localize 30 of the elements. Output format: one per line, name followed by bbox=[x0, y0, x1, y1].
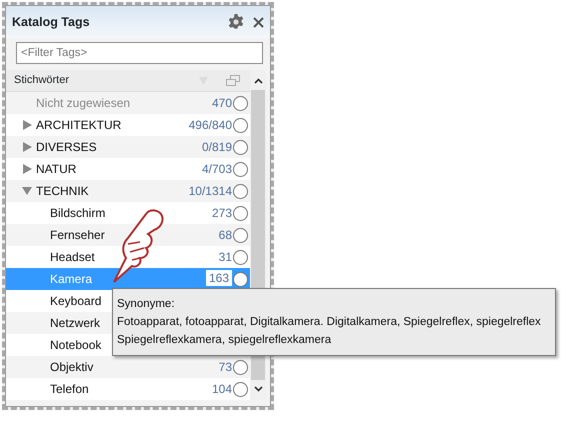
tag-label: Netzwerk bbox=[50, 315, 100, 332]
tag-count: 0/819 bbox=[200, 139, 232, 156]
tag-label: Keyboard bbox=[50, 293, 102, 310]
tag-count: 273 bbox=[210, 205, 232, 222]
tag-label: ARCHITEKTUR bbox=[36, 117, 122, 134]
tag-count: 496/840 bbox=[188, 117, 232, 134]
tag-label: Notebook bbox=[50, 337, 102, 354]
tag-count: 470 bbox=[210, 95, 232, 112]
tag-label: Fernseher bbox=[50, 227, 105, 244]
tag-label: Headset bbox=[50, 249, 95, 266]
tag-count: 163 bbox=[206, 269, 232, 286]
tag-label: Telefon bbox=[50, 381, 89, 398]
tag-label: Objektiv bbox=[50, 359, 94, 376]
tag-label: Bildschirm bbox=[50, 205, 106, 222]
tag-label: Nicht zugewiesen bbox=[36, 95, 130, 112]
tooltip-text: Fotoapparat, fotoapparat, Digitalkamera. Digitalkamera, Spiegelreflex, spiegelreflex bbox=[117, 315, 541, 330]
tag-count: 4/703 bbox=[200, 161, 232, 178]
panel-title: Katalog Tags bbox=[12, 14, 90, 31]
tag-count: 31 bbox=[218, 249, 232, 266]
tag-count: 104 bbox=[210, 381, 232, 398]
tag-count: 73 bbox=[218, 359, 232, 376]
tag-label: Kamera bbox=[50, 271, 92, 288]
tag-label: NATUR bbox=[36, 161, 76, 178]
tag-count: 10/1314 bbox=[188, 183, 232, 200]
column-header-label: Stichwörter bbox=[14, 73, 70, 88]
tooltip-heading: Synonyme: bbox=[117, 297, 175, 312]
tag-label: DIVERSES bbox=[36, 139, 97, 156]
tag-label: TECHNIK bbox=[36, 183, 89, 200]
tag-count: 68 bbox=[218, 227, 232, 244]
tooltip-text: Spiegelreflexkamera, spiegelreflexkamera bbox=[117, 333, 332, 348]
